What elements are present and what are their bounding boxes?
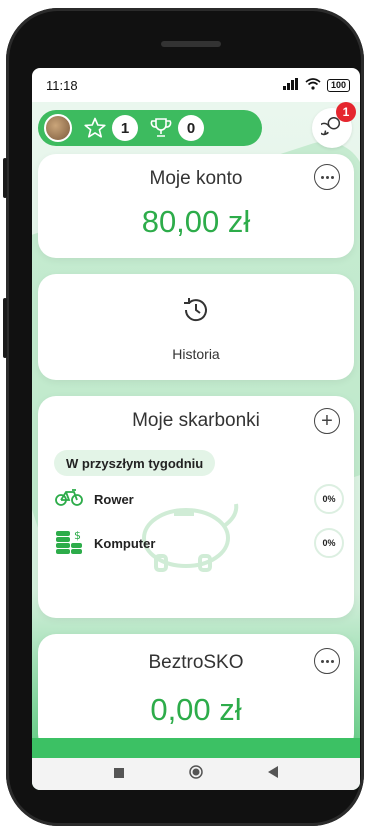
savings-goal-komputer[interactable]: $ Komputer 0% (54, 528, 344, 558)
goal-label: Komputer (94, 535, 156, 551)
top-bar: 1 0 1 (32, 102, 360, 162)
system-navbar (32, 758, 360, 790)
power-button (3, 298, 7, 358)
trophy-icon (148, 115, 174, 141)
svg-text:$: $ (74, 529, 81, 542)
star-icon (82, 115, 108, 141)
period-chip[interactable]: W przyszłym tygodniu (54, 450, 216, 476)
screen: 11:18 100 1 0 1 Moje konto 80,00 zł Hist… (32, 68, 360, 790)
signal-icon (282, 77, 299, 93)
notification-badge: 1 (336, 102, 356, 122)
history-label: Historia (172, 346, 220, 362)
trophies-count: 0 (178, 115, 204, 141)
beztrosko-card[interactable]: BeztroSKO 0,00 zł (38, 634, 354, 752)
savings-goal-rower[interactable]: Rower 0% (54, 484, 344, 514)
bicycle-icon (54, 487, 84, 512)
profile-pill[interactable]: 1 0 (38, 110, 262, 146)
earpiece (161, 41, 221, 47)
beztrosko-title: BeztroSKO (148, 652, 244, 673)
home-button[interactable] (189, 764, 203, 784)
beztrosko-balance: 0,00 zł (150, 692, 242, 727)
add-savings-button[interactable]: + (314, 408, 340, 434)
goal-percent: 0% (314, 484, 344, 514)
volume-button (3, 158, 7, 198)
beztrosko-more-button[interactable] (314, 648, 340, 674)
messages-button[interactable]: 1 (312, 102, 356, 148)
avatar[interactable] (44, 114, 72, 142)
history-card[interactable]: Historia (38, 274, 354, 380)
status-bar: 11:18 100 (32, 68, 360, 102)
wifi-icon (305, 77, 321, 93)
status-time: 11:18 (46, 77, 78, 93)
goal-label: Rower (94, 491, 134, 507)
phone-frame: 11:18 100 1 0 1 Moje konto 80,00 zł Hist… (3, 8, 364, 826)
account-title: Moje konto (149, 168, 243, 189)
coins-icon: $ (54, 527, 84, 560)
recents-button[interactable] (114, 765, 125, 783)
history-icon (180, 294, 212, 331)
account-card[interactable]: Moje konto 80,00 zł (38, 154, 354, 258)
savings-title: Moje skarbonki (132, 410, 260, 431)
savings-card[interactable]: Moje skarbonki + W przyszłym tygodniu Ro… (38, 396, 354, 618)
back-button[interactable] (267, 765, 278, 783)
account-balance: 80,00 zł (141, 204, 251, 239)
goal-percent: 0% (314, 528, 344, 558)
stars-count: 1 (112, 115, 138, 141)
battery-indicator: 100 (326, 78, 350, 92)
account-more-button[interactable] (314, 164, 340, 190)
